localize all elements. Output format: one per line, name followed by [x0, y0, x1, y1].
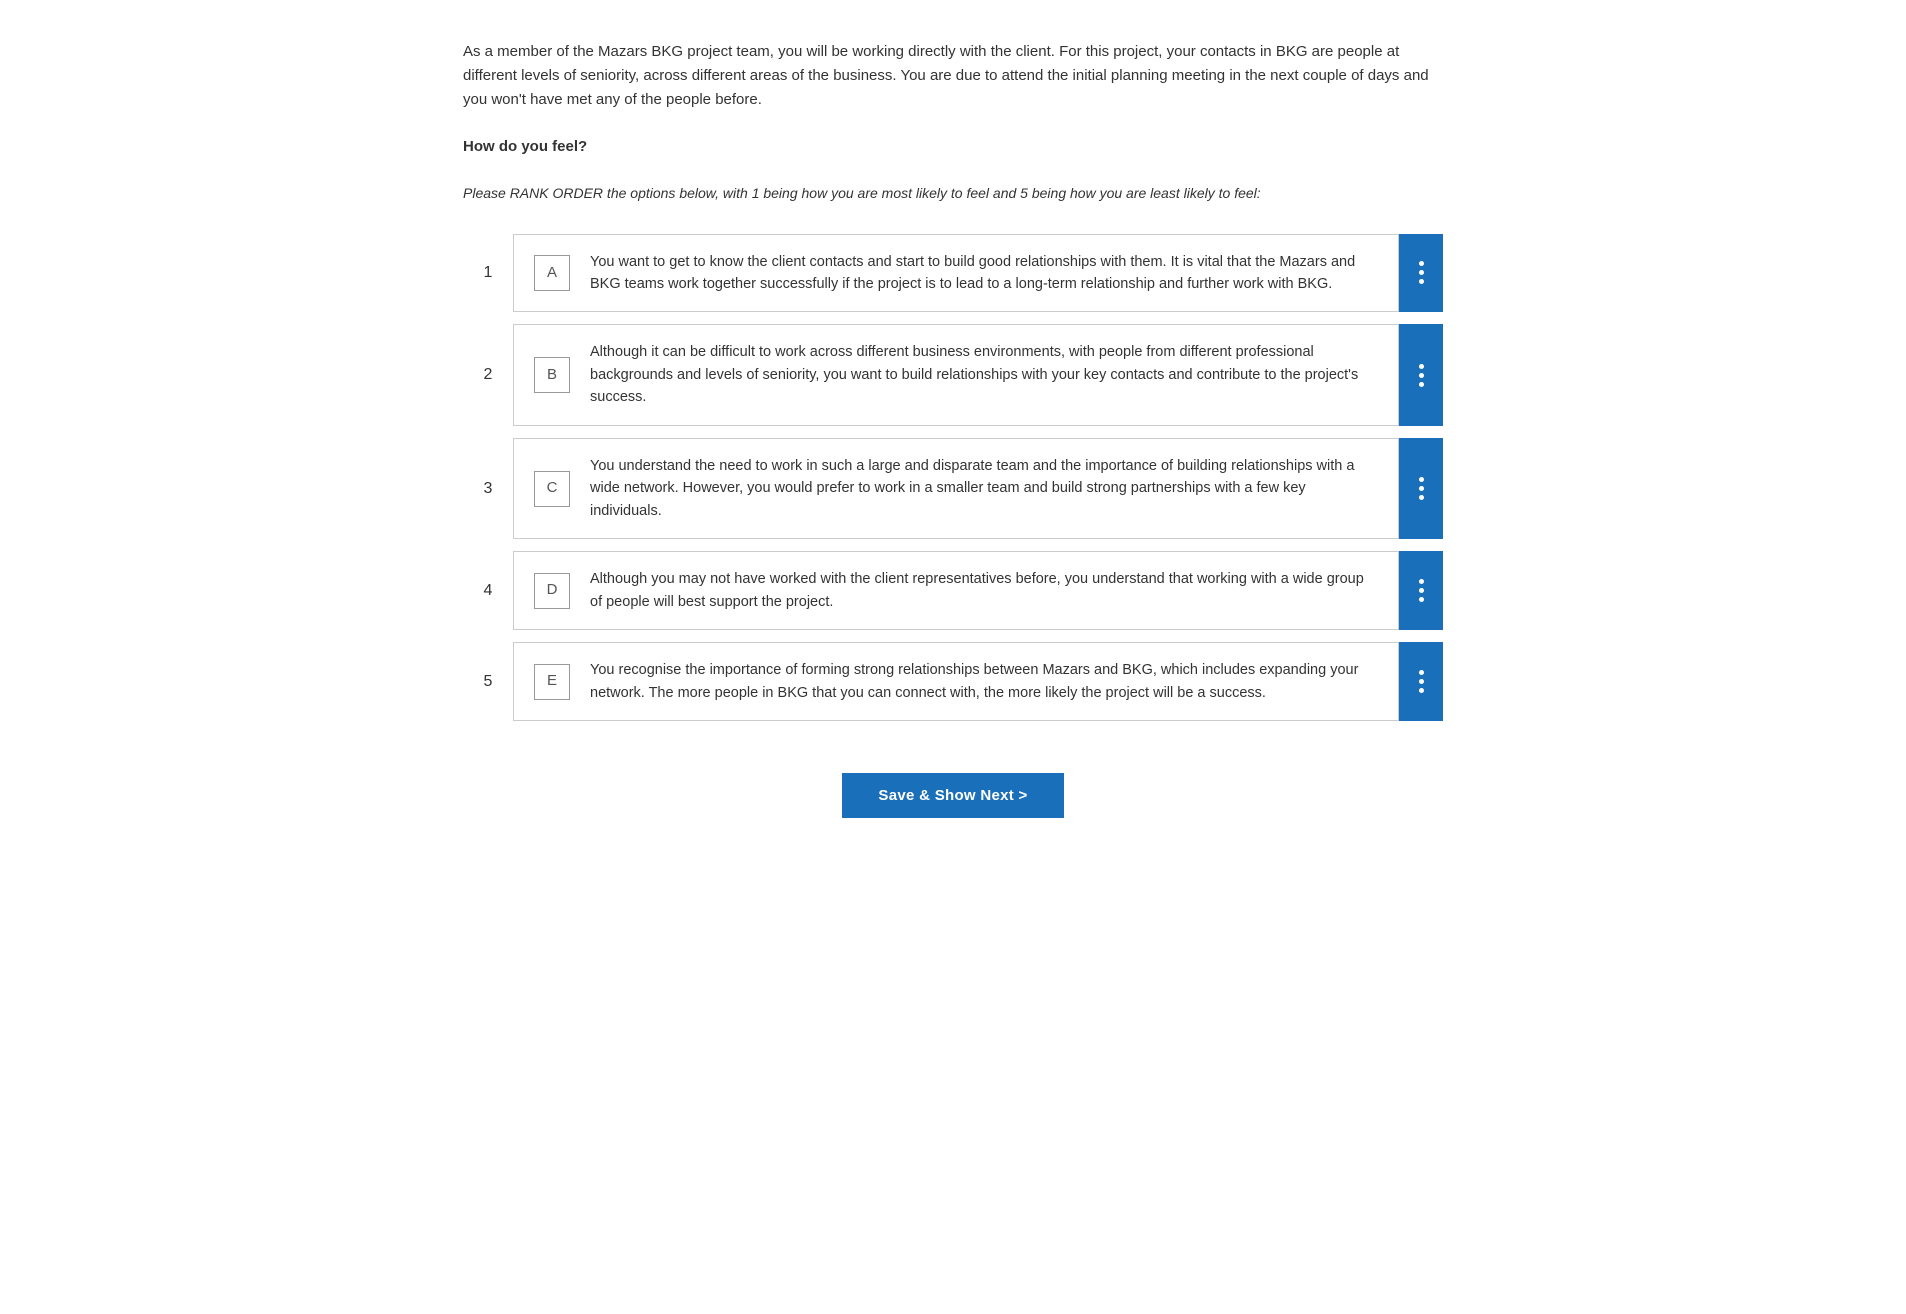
drag-handle[interactable]: [1399, 642, 1443, 721]
option-letter: D: [534, 573, 570, 609]
ranking-row: 4D Although you may not have worked with …: [463, 551, 1443, 630]
option-letter: C: [534, 471, 570, 507]
option-text: Although you may not have worked with th…: [590, 568, 1378, 613]
rank-number: 3: [463, 438, 513, 539]
drag-handle[interactable]: [1399, 324, 1443, 425]
rank-number: 5: [463, 642, 513, 721]
option-letter: A: [534, 255, 570, 291]
option-card: D Although you may not have worked with t…: [513, 551, 1399, 630]
rank-number: 2: [463, 324, 513, 425]
drag-handle[interactable]: [1399, 438, 1443, 539]
rank-number: 4: [463, 551, 513, 630]
option-letter: E: [534, 664, 570, 700]
ranking-list: 1A You want to get to know the client con…: [463, 234, 1443, 734]
drag-handle[interactable]: [1399, 551, 1443, 630]
ranking-row: 3C You understand the need to work in suc…: [463, 438, 1443, 539]
button-row: Save & Show Next >: [463, 773, 1443, 818]
drag-handle[interactable]: [1399, 234, 1443, 313]
option-card: B Although it can be difficult to work ac…: [513, 324, 1399, 425]
option-text: Although it can be difficult to work acr…: [590, 341, 1378, 408]
option-text: You recognise the importance of forming …: [590, 659, 1378, 704]
drag-dots-icon: [1419, 579, 1424, 602]
option-card: A You want to get to know the client cont…: [513, 234, 1399, 313]
question-label: How do you feel?: [463, 136, 1443, 159]
instruction-text: Please RANK ORDER the options below, wit…: [463, 183, 1443, 204]
option-card: C You understand the need to work in such…: [513, 438, 1399, 539]
drag-dots-icon: [1419, 670, 1424, 693]
save-show-next-button[interactable]: Save & Show Next >: [842, 773, 1063, 818]
option-text: You want to get to know the client conta…: [590, 251, 1378, 296]
drag-dots-icon: [1419, 261, 1424, 284]
ranking-row: 2B Although it can be difficult to work a…: [463, 324, 1443, 425]
option-text: You understand the need to work in such …: [590, 455, 1378, 522]
ranking-row: 1A You want to get to know the client con…: [463, 234, 1443, 313]
intro-paragraph: As a member of the Mazars BKG project te…: [463, 40, 1443, 112]
rank-number: 1: [463, 234, 513, 313]
page-container: As a member of the Mazars BKG project te…: [403, 0, 1503, 878]
ranking-row: 5E You recognise the importance of formin…: [463, 642, 1443, 721]
drag-dots-icon: [1419, 364, 1424, 387]
option-card: E You recognise the importance of forming…: [513, 642, 1399, 721]
option-letter: B: [534, 357, 570, 393]
drag-dots-icon: [1419, 477, 1424, 500]
